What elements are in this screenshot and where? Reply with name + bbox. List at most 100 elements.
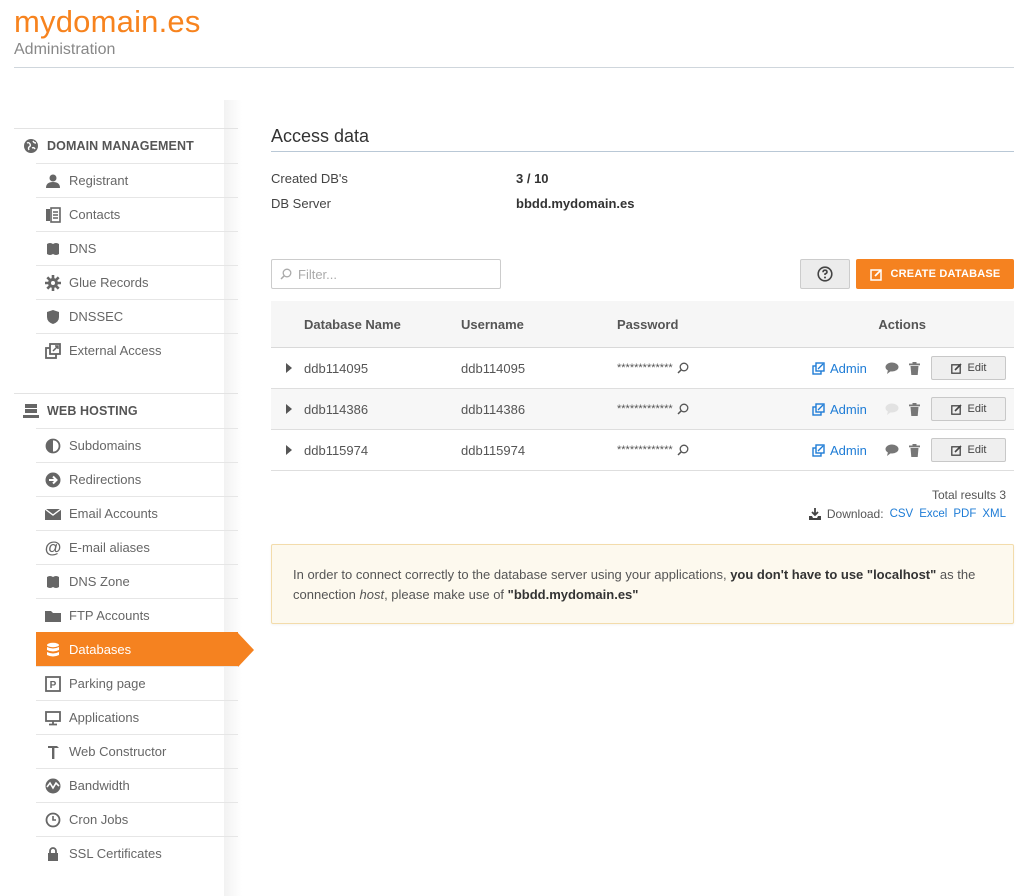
sidebar-item-label: Contacts bbox=[69, 207, 121, 222]
parking-icon: P bbox=[44, 675, 62, 693]
arrow-circle-icon bbox=[44, 471, 62, 489]
download-xml-link[interactable]: XML bbox=[982, 508, 1006, 520]
db-server-value: bbdd.mydomain.es bbox=[516, 196, 635, 211]
help-button[interactable] bbox=[800, 259, 850, 289]
trash-icon[interactable] bbox=[909, 402, 920, 416]
comment-icon[interactable] bbox=[885, 403, 899, 415]
expand-arrow-icon[interactable] bbox=[271, 363, 304, 373]
sidebar-item-contacts[interactable]: Contacts bbox=[36, 197, 238, 231]
db-server-row: DB Server bbdd.mydomain.es bbox=[271, 191, 1014, 216]
edit-button[interactable]: Edit bbox=[931, 397, 1006, 421]
sidebar-item-label: FTP Accounts bbox=[69, 608, 150, 623]
trash-icon[interactable] bbox=[909, 361, 920, 375]
reveal-password-icon[interactable] bbox=[677, 362, 689, 374]
edit-label: Edit bbox=[967, 403, 987, 415]
sidebar-item-bandwidth[interactable]: Bandwidth bbox=[36, 768, 238, 802]
reveal-password-icon[interactable] bbox=[677, 403, 689, 415]
sidebar-item-label: DNS bbox=[69, 241, 97, 256]
sidebar-item-subdomains[interactable]: Subdomains bbox=[36, 428, 238, 462]
notice-text-part: In order to connect correctly to the dat… bbox=[293, 567, 731, 582]
admin-label: Admin bbox=[830, 401, 867, 417]
download-bar: Download: CSV Excel PDF XML bbox=[808, 507, 1006, 521]
external-link-icon bbox=[812, 402, 825, 416]
filter-box[interactable] bbox=[271, 259, 501, 289]
dns-zone-icon bbox=[44, 573, 62, 591]
admin-label: Admin bbox=[830, 360, 867, 376]
server-icon bbox=[22, 402, 40, 420]
localhost-notice: In order to connect correctly to the dat… bbox=[271, 544, 1014, 624]
sidebar-item-dns[interactable]: DNS bbox=[36, 231, 238, 265]
password-mask: ************* bbox=[617, 403, 673, 415]
envelope-icon bbox=[44, 505, 62, 523]
clock-icon bbox=[44, 811, 62, 829]
admin-link[interactable]: Admin bbox=[812, 402, 867, 417]
trash-icon[interactable] bbox=[909, 443, 920, 457]
download-excel-link[interactable]: Excel bbox=[919, 508, 947, 520]
download-icon bbox=[808, 508, 821, 520]
row-actions: Admin Edit bbox=[809, 348, 1014, 388]
sidebar: DOMAIN MANAGEMENT Registrant Contacts DN… bbox=[14, 128, 254, 870]
sidebar-item-label: External Access bbox=[69, 343, 162, 358]
table-header: Database Name Username Password Actions bbox=[271, 301, 1014, 348]
sidebar-item-label: Databases bbox=[69, 642, 132, 657]
comment-icon[interactable] bbox=[885, 444, 899, 456]
sidebar-item-label: Email Accounts bbox=[69, 506, 158, 521]
sidebar-item-registrant[interactable]: Registrant bbox=[36, 163, 238, 197]
bandwidth-icon bbox=[44, 777, 62, 795]
sidebar-item-ftp-accounts[interactable]: FTP Accounts bbox=[36, 598, 238, 632]
sidebar-item-applications[interactable]: Applications bbox=[36, 700, 238, 734]
db-password: ************* bbox=[617, 362, 809, 374]
sidebar-item-dns-zone[interactable]: DNS Zone bbox=[36, 564, 238, 598]
password-mask: ************* bbox=[617, 362, 673, 374]
db-name: ddb114386 bbox=[304, 401, 369, 417]
search-icon bbox=[280, 268, 292, 280]
sidebar-item-email-accounts[interactable]: Email Accounts bbox=[36, 496, 238, 530]
sidebar-item-label: Web Constructor bbox=[69, 744, 167, 759]
expand-arrow-icon[interactable] bbox=[271, 404, 304, 414]
col-database-name[interactable]: Database Name bbox=[304, 317, 461, 332]
databases-table: Database Name Username Password Actions … bbox=[271, 301, 1014, 471]
row-actions: Admin Edit bbox=[809, 430, 1014, 470]
sidebar-item-parking-page[interactable]: P Parking page bbox=[36, 666, 238, 700]
header-divider bbox=[14, 67, 1014, 68]
admin-link[interactable]: Admin bbox=[812, 443, 867, 458]
total-results: Total results 3 bbox=[931, 488, 1006, 502]
sidebar-item-email-aliases[interactable]: @ E-mail aliases bbox=[36, 530, 238, 564]
filter-input[interactable] bbox=[296, 265, 500, 283]
sidebar-item-databases[interactable]: Databases bbox=[36, 632, 254, 667]
sidebar-item-cron-jobs[interactable]: Cron Jobs bbox=[36, 802, 238, 836]
download-pdf-link[interactable]: PDF bbox=[953, 508, 976, 520]
password-mask: ************* bbox=[617, 444, 673, 456]
created-dbs-value: 3 / 10 bbox=[516, 171, 549, 186]
sidebar-item-label: Applications bbox=[69, 710, 140, 725]
download-csv-link[interactable]: CSV bbox=[890, 508, 914, 520]
edit-label: Edit bbox=[967, 444, 987, 456]
admin-label: Admin bbox=[830, 442, 867, 458]
notice-text-part: , please make use of bbox=[384, 587, 508, 602]
sidebar-item-web-constructor[interactable]: Web Constructor bbox=[36, 734, 238, 768]
sidebar-item-label: Parking page bbox=[69, 676, 146, 691]
expand-arrow-icon[interactable] bbox=[271, 445, 304, 455]
admin-link[interactable]: Admin bbox=[812, 361, 867, 376]
dns-icon bbox=[44, 240, 62, 258]
sidebar-item-external-access[interactable]: External Access bbox=[36, 333, 238, 367]
edit-square-icon bbox=[950, 444, 962, 456]
svg-text:P: P bbox=[50, 680, 57, 691]
sidebar-item-dnssec[interactable]: DNSSEC bbox=[36, 299, 238, 333]
table-row: ddb114095 ddb114095 ************* Admin … bbox=[271, 348, 1014, 389]
reveal-password-icon[interactable] bbox=[677, 444, 689, 456]
sidebar-item-ssl-certificates[interactable]: SSL Certificates bbox=[36, 836, 238, 870]
created-dbs-label: Created DB's bbox=[271, 171, 348, 186]
edit-button[interactable]: Edit bbox=[931, 438, 1006, 462]
sidebar-item-glue-records[interactable]: Glue Records bbox=[36, 265, 238, 299]
site-title[interactable]: mydomain.es bbox=[14, 4, 201, 40]
external-link-icon bbox=[812, 361, 825, 375]
sidebar-item-redirections[interactable]: Redirections bbox=[36, 462, 238, 496]
comment-icon[interactable] bbox=[885, 362, 899, 374]
download-label: Download: bbox=[826, 507, 884, 521]
create-database-button[interactable]: CREATE DATABASE bbox=[856, 259, 1014, 289]
edit-button[interactable]: Edit bbox=[931, 356, 1006, 380]
col-username[interactable]: Username bbox=[461, 317, 617, 332]
site-subtitle: Administration bbox=[14, 41, 116, 58]
sidebar-item-label: Redirections bbox=[69, 472, 142, 487]
